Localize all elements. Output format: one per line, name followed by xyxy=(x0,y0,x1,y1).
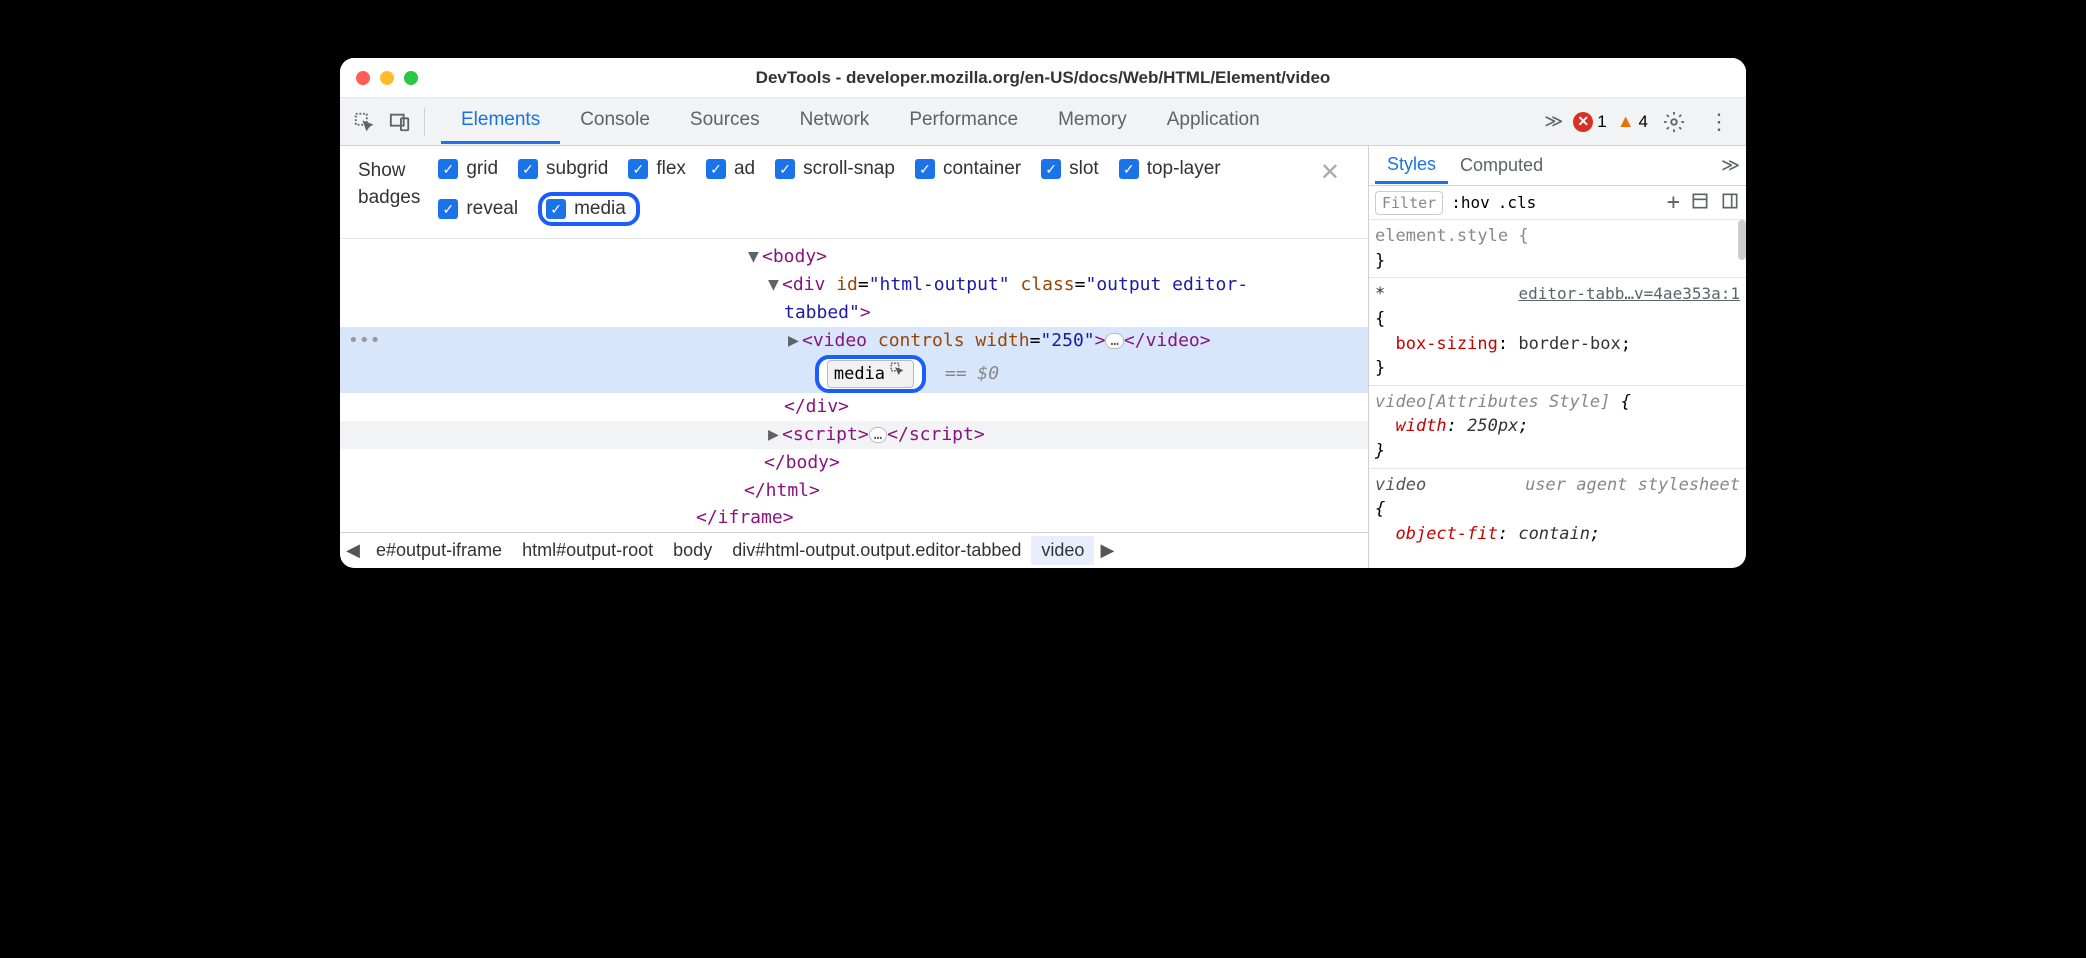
warning-icon: ▲ xyxy=(1617,111,1635,132)
dom-tree[interactable]: ▼<body> ▼<div id="html-output" class="ou… xyxy=(340,239,1368,532)
warning-count: 4 xyxy=(1639,112,1648,132)
more-tabs-icon[interactable]: ≫ xyxy=(1721,155,1740,176)
inspect-element-icon[interactable] xyxy=(348,106,380,138)
inspect-arrow-icon xyxy=(889,361,907,387)
tab-performance[interactable]: Performance xyxy=(889,99,1038,144)
badge-slot[interactable]: ✓slot xyxy=(1041,158,1099,180)
styles-rules[interactable]: element.style { } * editor-tabb…v=4ae353… xyxy=(1369,220,1746,551)
badge-top-layer[interactable]: ✓top-layer xyxy=(1119,158,1221,180)
error-count-badge[interactable]: ✕ 1 xyxy=(1573,112,1606,132)
badges-bar: Show badges ✓grid ✓subgrid ✓flex ✓ad ✓sc… xyxy=(340,146,1368,239)
badge-subgrid[interactable]: ✓subgrid xyxy=(518,158,608,180)
styles-panel: Styles Computed ≫ Filter :hov .cls + ele… xyxy=(1368,146,1746,568)
tab-memory[interactable]: Memory xyxy=(1038,99,1147,144)
gutter-dots-icon[interactable]: ••• xyxy=(348,327,381,355)
styles-toolbar: Filter :hov .cls + xyxy=(1369,186,1746,220)
toggle-sidebar-icon[interactable] xyxy=(1720,191,1740,215)
tab-styles[interactable]: Styles xyxy=(1375,148,1448,184)
crumb-item[interactable]: body xyxy=(663,536,722,565)
warning-count-badge[interactable]: ▲ 4 xyxy=(1617,111,1648,132)
crumb-item[interactable]: div#html-output.output.editor-tabbed xyxy=(722,536,1031,565)
styles-tabs: Styles Computed ≫ xyxy=(1369,146,1746,186)
badge-scroll-snap[interactable]: ✓scroll-snap xyxy=(775,158,895,180)
error-icon: ✕ xyxy=(1573,112,1593,132)
more-menu-icon[interactable]: ⋮ xyxy=(1700,109,1738,135)
titlebar: DevTools - developer.mozilla.org/en-US/d… xyxy=(340,58,1746,98)
close-badges-icon[interactable]: ✕ xyxy=(1310,158,1350,187)
dom-node-script[interactable]: ▶<script>…</script> xyxy=(340,421,1368,449)
badge-container[interactable]: ✓container xyxy=(915,158,1021,180)
window-title: DevTools - developer.mozilla.org/en-US/d… xyxy=(340,68,1746,88)
media-badge-chip-highlighted: media xyxy=(815,355,926,393)
crumb-item[interactable]: e#output-iframe xyxy=(366,536,512,565)
badge-ad[interactable]: ✓ad xyxy=(706,158,755,180)
scrollbar[interactable] xyxy=(1738,220,1746,260)
cls-toggle[interactable]: .cls xyxy=(1498,193,1537,212)
error-count: 1 xyxy=(1597,112,1606,132)
badge-grid[interactable]: ✓grid xyxy=(438,158,498,180)
tab-sources[interactable]: Sources xyxy=(670,99,780,144)
devtools-window: DevTools - developer.mozilla.org/en-US/d… xyxy=(340,58,1746,568)
badge-flex[interactable]: ✓flex xyxy=(628,158,686,180)
more-tabs-icon[interactable]: ≫ xyxy=(1544,111,1563,132)
console-reference: == $0 xyxy=(945,363,999,384)
expand-toggle-icon[interactable]: ▶ xyxy=(768,421,782,449)
crumb-scroll-left-icon[interactable]: ◀ xyxy=(340,540,366,561)
badges-heading: Show badges xyxy=(358,158,420,211)
tab-computed[interactable]: Computed xyxy=(1448,149,1555,182)
source-link[interactable]: editor-tabb…v=4ae353a:1 xyxy=(1518,282,1740,305)
tab-network[interactable]: Network xyxy=(780,99,890,144)
expand-toggle-icon[interactable]: ▼ xyxy=(748,243,762,271)
tab-application[interactable]: Application xyxy=(1147,99,1280,144)
new-style-rule-icon[interactable]: + xyxy=(1667,190,1680,215)
badge-media-highlighted: ✓media xyxy=(538,192,640,226)
badge-reveal[interactable]: ✓reveal xyxy=(438,198,518,220)
crumb-item[interactable]: html#output-root xyxy=(512,536,663,565)
dom-node-video-selected[interactable]: ••• ▶<video controls width="250">…</vide… xyxy=(340,327,1368,355)
expand-toggle-icon[interactable]: ▶ xyxy=(788,327,802,355)
badge-media[interactable]: ✓media xyxy=(546,198,626,220)
media-badge-chip[interactable]: media xyxy=(827,360,914,388)
main-toolbar: Elements Console Sources Network Perform… xyxy=(340,98,1746,146)
expand-toggle-icon[interactable]: ▼ xyxy=(768,271,782,299)
ellipsis-icon[interactable]: … xyxy=(1105,333,1123,349)
crumb-item-active[interactable]: video xyxy=(1031,536,1094,565)
breadcrumb: ◀ e#output-iframe html#output-root body … xyxy=(340,532,1368,568)
hover-toggle[interactable]: :hov xyxy=(1451,193,1490,212)
computed-styles-icon[interactable] xyxy=(1690,191,1710,215)
elements-panel: Show badges ✓grid ✓subgrid ✓flex ✓ad ✓sc… xyxy=(340,146,1368,568)
settings-icon[interactable] xyxy=(1658,106,1690,138)
ellipsis-icon[interactable]: … xyxy=(869,427,887,443)
tab-console[interactable]: Console xyxy=(560,99,670,144)
tab-elements[interactable]: Elements xyxy=(441,99,560,144)
filter-input[interactable]: Filter xyxy=(1375,191,1443,215)
crumb-scroll-right-icon[interactable]: ▶ xyxy=(1094,540,1120,561)
panel-tabs: Elements Console Sources Network Perform… xyxy=(441,99,1540,144)
device-mode-icon[interactable] xyxy=(384,106,416,138)
